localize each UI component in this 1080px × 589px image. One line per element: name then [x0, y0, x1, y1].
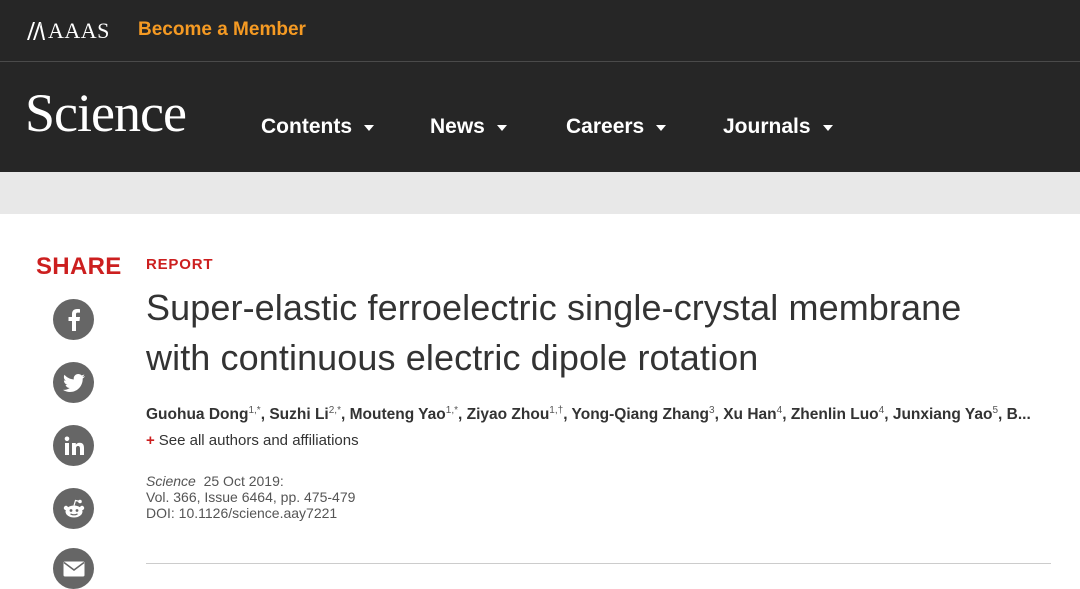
- twitter-share-button[interactable]: [53, 362, 94, 403]
- reddit-icon: [63, 499, 84, 517]
- see-all-authors-label: See all authors and affiliations: [158, 432, 359, 449]
- citation-date: 25 Oct 2019:: [203, 473, 284, 489]
- article-title-line2: with continuous electric dipole rotation: [146, 337, 759, 378]
- nav-careers[interactable]: Careers: [566, 115, 667, 139]
- author-affiliation: 3: [709, 405, 715, 416]
- citation-doi[interactable]: DOI: 10.1126/science.aay7221: [146, 505, 355, 521]
- nav-journals[interactable]: Journals: [723, 115, 833, 139]
- author-name[interactable]: Suzhi Li: [269, 406, 328, 423]
- citation-volume: Vol. 366, Issue 6464, pp. 475-479: [146, 489, 356, 505]
- see-all-authors-link[interactable]: + See all authors and affiliations: [146, 432, 359, 449]
- nav-careers-label: Careers: [566, 115, 645, 138]
- aaas-logo[interactable]: AAAS: [26, 18, 110, 44]
- author-list: Guohua Dong1,*, Suzhi Li2,*, Mouteng Yao…: [146, 405, 1031, 424]
- author-name[interactable]: Xu Han: [723, 406, 776, 423]
- nav-contents[interactable]: Contents: [261, 115, 374, 139]
- email-icon: [63, 561, 84, 576]
- facebook-share-button[interactable]: [53, 299, 94, 340]
- citation-journal: Science: [146, 473, 196, 489]
- facebook-icon: [68, 308, 80, 331]
- author-name[interactable]: Junxiang Yao: [893, 406, 993, 423]
- citation-block: Science 25 Oct 2019: Vol. 366, Issue 646…: [146, 473, 355, 521]
- author-name[interactable]: Guohua Dong: [146, 406, 248, 423]
- plus-icon: +: [146, 432, 155, 449]
- aaas-top-bar: AAAS Become a Member: [0, 0, 1080, 62]
- author-name[interactable]: Mouteng Yao: [350, 406, 446, 423]
- section-divider: [146, 563, 1051, 564]
- chevron-down-icon: [364, 125, 374, 131]
- nav-news[interactable]: News: [430, 115, 507, 139]
- science-nav-bar: Science Contents News Careers Journals: [0, 62, 1080, 172]
- author-affiliation: 4: [878, 405, 885, 416]
- twitter-icon: [62, 373, 85, 392]
- author-name[interactable]: Ziyao Zhou: [467, 406, 550, 423]
- chevron-down-icon: [496, 125, 507, 131]
- article-title: Super-elastic ferroelectric single-cryst…: [146, 283, 1046, 383]
- linkedin-icon: [64, 436, 84, 455]
- article-title-line1: Super-elastic ferroelectric single-cryst…: [146, 287, 962, 328]
- become-member-link[interactable]: Become a Member: [138, 19, 306, 41]
- author-name[interactable]: Zhenlin Luo: [791, 406, 879, 423]
- author-affiliation: 1,*: [445, 405, 458, 416]
- aaas-logo-text: AAAS: [48, 18, 110, 43]
- nav-contents-label: Contents: [261, 115, 352, 138]
- nav-journals-label: Journals: [723, 115, 811, 138]
- author-affiliation: 1,†: [549, 405, 564, 416]
- author-name[interactable]: B...: [1007, 406, 1031, 423]
- article-type-label: REPORT: [146, 256, 214, 273]
- science-logo[interactable]: Science: [25, 86, 187, 140]
- nav-news-label: News: [430, 115, 485, 138]
- author-affiliation: 4: [776, 405, 783, 416]
- gray-banner: [0, 172, 1080, 214]
- aaas-mark-icon: [27, 22, 45, 40]
- linkedin-share-button[interactable]: [53, 425, 94, 466]
- author-affiliation: 1,*: [248, 405, 261, 416]
- citation-date-line: Science 25 Oct 2019:: [146, 473, 355, 489]
- share-label: SHARE: [36, 253, 122, 280]
- author-name[interactable]: Yong-Qiang Zhang: [572, 406, 709, 423]
- author-affiliation: 5: [992, 405, 999, 416]
- author-affiliation: 2,*: [328, 405, 341, 416]
- email-share-button[interactable]: [53, 548, 94, 589]
- reddit-share-button[interactable]: [53, 488, 94, 529]
- chevron-down-icon: [822, 125, 833, 131]
- chevron-down-icon: [656, 125, 667, 131]
